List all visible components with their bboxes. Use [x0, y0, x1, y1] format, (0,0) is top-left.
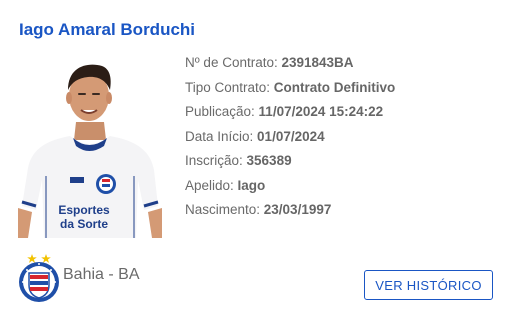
contract-details: Nº de Contrato: 2391843BA Tipo Contrato:… [185, 55, 505, 227]
detail-value: Iago [237, 177, 266, 193]
detail-start-date: Data Início: 01/07/2024 [185, 129, 505, 154]
detail-label: Nº de Contrato: [185, 55, 282, 70]
player-card: Iago Amaral Borduchi Esportes da Sorte N… [0, 0, 514, 322]
detail-value: 356389 [246, 153, 292, 168]
jersey-sponsor-line2: da Sorte [60, 217, 108, 231]
detail-nickname: Apelido: Iago [185, 178, 505, 203]
detail-value: 2391843BA [281, 55, 354, 70]
bahia-crest-icon [17, 253, 61, 303]
view-history-button[interactable]: VER HISTÓRICO [364, 270, 493, 300]
detail-value: Contrato Definitivo [273, 79, 396, 95]
detail-value: 11/07/2024 15:24:22 [258, 104, 384, 119]
player-photo: Esportes da Sorte [18, 56, 162, 238]
detail-label: Nascimento: [185, 202, 264, 217]
club-name: Bahia - BA [63, 266, 140, 283]
detail-label: Apelido: [185, 177, 238, 193]
detail-registration: Inscrição: 356389 [185, 153, 505, 178]
jersey-sponsor-line1: Esportes [58, 203, 110, 217]
detail-birth-date: Nascimento: 23/03/1997 [185, 202, 505, 227]
detail-label: Data Início: [185, 128, 258, 144]
detail-contract-type: Tipo Contrato: Contrato Definitivo [185, 80, 505, 105]
detail-label: Publicação: [185, 104, 259, 119]
player-name: Iago Amaral Borduchi [19, 20, 196, 39]
detail-publication: Publicação: 11/07/2024 15:24:22 [185, 104, 505, 129]
detail-label: Tipo Contrato: [185, 79, 274, 95]
detail-value: 23/03/1997 [263, 202, 332, 217]
detail-value: 01/07/2024 [257, 128, 325, 144]
detail-contract-number: Nº de Contrato: 2391843BA [185, 55, 505, 80]
detail-label: Inscrição: [185, 153, 247, 168]
